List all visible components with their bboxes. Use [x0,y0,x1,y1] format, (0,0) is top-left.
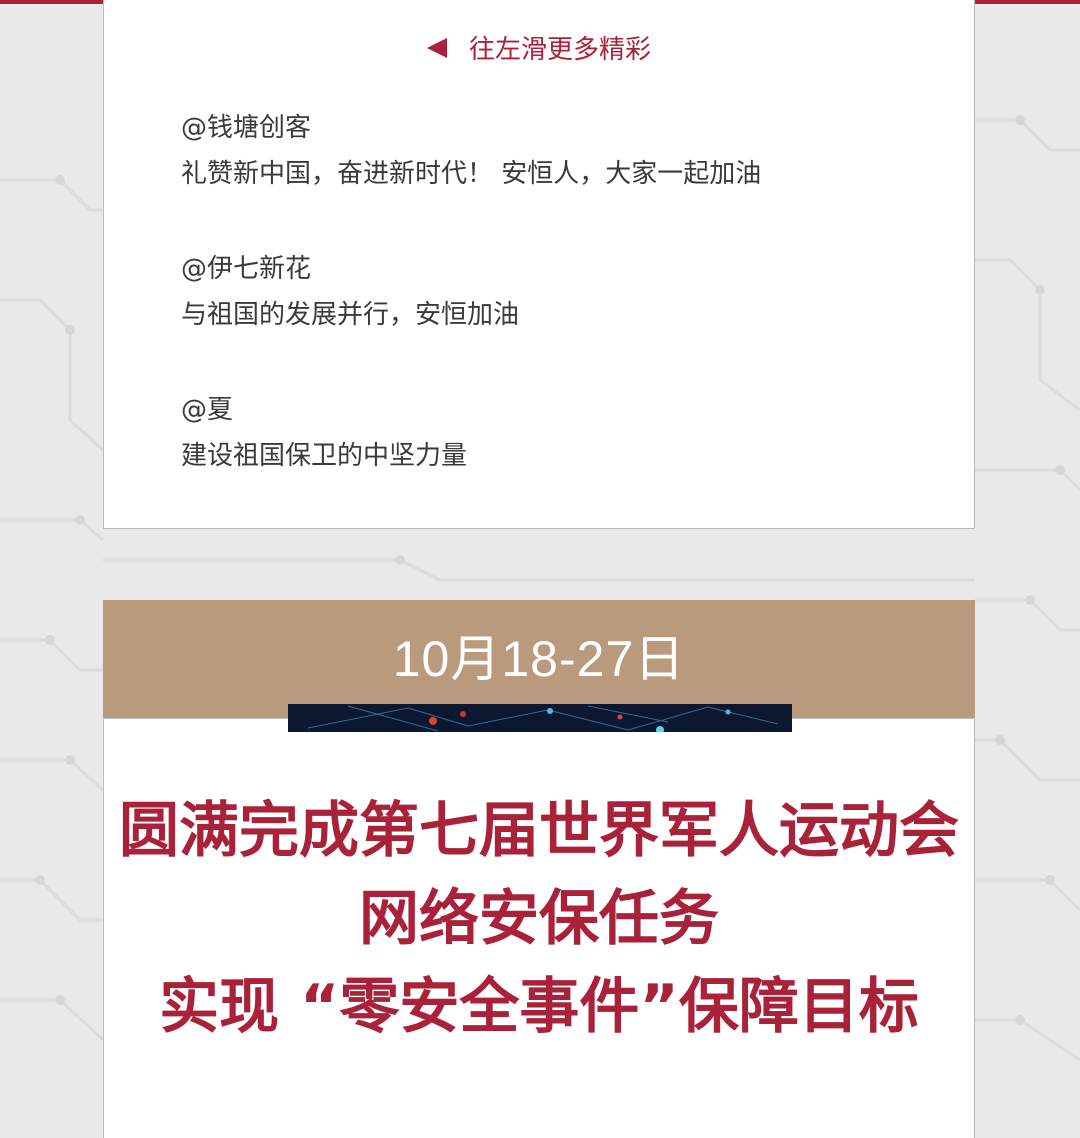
comment-item: @夏 建设祖国保卫的中坚力量 [181,387,941,479]
event-card: 圆满完成第七届世界军人运动会 网络安保任务 实现 “零安全事件”保障目标 [103,718,975,1138]
date-banner: 10月18-27日 [103,600,975,718]
headline-line: 网络安保任务 [359,884,719,954]
comment-author: @钱塘创客 [181,113,312,143]
comments-card[interactable]: 往左滑更多精彩 @钱塘创客 礼赞新中国，奋进新时代！ 安恒人，大家一起加油 @伊… [103,0,975,529]
comment-text: 建设祖国保卫的中坚力量 [181,441,468,471]
swipe-hint[interactable]: 往左滑更多精彩 [104,30,974,70]
comment-author: @伊七新花 [181,254,312,284]
comment-text: 礼赞新中国，奋进新时代！ 安恒人，大家一起加油 [181,159,762,189]
comment-item: @钱塘创客 礼赞新中国，奋进新时代！ 安恒人，大家一起加油 [181,105,941,197]
headline-line: 实现 “零安全事件”保障目标 [159,972,919,1042]
network-image [288,704,792,732]
left-triangle-icon [426,37,447,58]
headline-line: 圆满完成第七届世界军人运动会 [119,796,959,866]
event-date: 10月18-27日 [392,631,686,687]
comment-item: @伊七新花 与祖国的发展并行，安恒加油 [181,246,941,338]
swipe-hint-label: 往左滑更多精彩 [468,35,651,65]
comment-author: @夏 [181,395,234,425]
comment-text: 与祖国的发展并行，安恒加油 [181,300,520,330]
